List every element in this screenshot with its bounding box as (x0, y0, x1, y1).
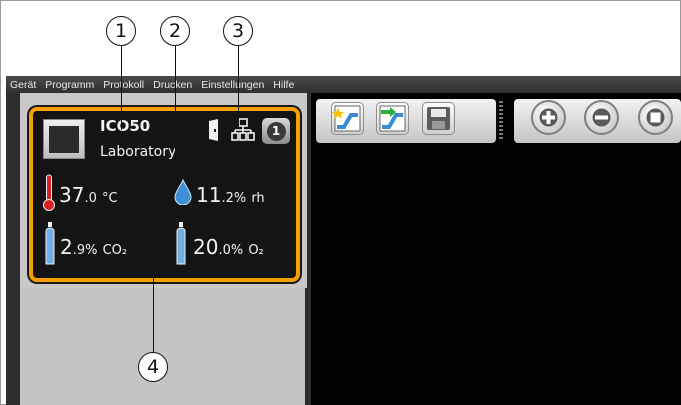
co2-reading: 2.9% CO₂ (60, 235, 127, 259)
save-button[interactable] (422, 102, 455, 135)
humidity-decimal: .2% (221, 191, 247, 206)
o2-bottle-icon (176, 222, 186, 265)
humidity-drop-icon (174, 179, 192, 205)
menu-item-geraet[interactable]: Gerät (10, 79, 36, 91)
callout-3-leader (238, 46, 239, 128)
o2-decimal: .0% (218, 243, 244, 258)
temperature-unit: °C (101, 191, 118, 206)
temperature-decimal: .0 (84, 191, 97, 206)
callout-1-leader (121, 46, 122, 130)
humidity-reading: 11.2% rh (196, 183, 265, 207)
new-program-button[interactable] (331, 102, 364, 135)
status-badge: 1 (262, 118, 290, 144)
network-icon (231, 118, 255, 141)
menu-item-einstellungen[interactable]: Einstellungen (201, 79, 264, 91)
device-list-empty-area (20, 288, 305, 405)
o2-reading: 20.0% O₂ (193, 235, 264, 259)
toolbar-grip[interactable] (499, 101, 503, 139)
o2-value: 20 (193, 235, 219, 259)
temperature-reading: 37.0 °C (59, 183, 118, 207)
co2-value: 2 (60, 235, 73, 259)
stop-icon (646, 108, 665, 127)
door-icon (209, 119, 218, 141)
menu-item-drucken[interactable]: Drucken (153, 79, 192, 91)
device-location: Laboratory (100, 144, 177, 160)
menu-item-hilfe[interactable]: Hilfe (273, 79, 294, 91)
temperature-value: 37 (59, 183, 85, 207)
callout-3: 3 (223, 16, 253, 46)
incubator-card[interactable]: ICO50 Laboratory 1 37.0 °C 11.2% rh 2.9%… (29, 107, 300, 282)
co2-unit: CO₂ (102, 243, 128, 258)
toolbar (314, 95, 681, 145)
device-name: ICO50 (100, 117, 151, 135)
new-program-icon (332, 105, 361, 132)
zoom-out-icon (592, 108, 611, 127)
callout-2-leader (175, 46, 176, 158)
device-image-icon (43, 119, 85, 159)
zoom-in-button[interactable] (531, 100, 566, 135)
save-icon (427, 107, 450, 130)
menu-item-programm[interactable]: Programm (45, 79, 94, 91)
callout-2: 2 (160, 16, 190, 46)
co2-bottle-icon (45, 222, 55, 265)
humidity-unit: rh (251, 191, 265, 206)
callout-4-leader (153, 264, 154, 352)
o2-unit: O₂ (248, 243, 264, 258)
callout-1: 1 (106, 16, 136, 46)
status-badge-count: 1 (266, 121, 286, 141)
thermometer-icon (43, 174, 55, 211)
co2-decimal: .9% (72, 243, 98, 258)
menu-bar: Gerät Programm Protokoll Drucken Einstel… (6, 76, 681, 93)
zoom-in-icon (539, 108, 558, 127)
menu-item-protokoll[interactable]: Protokoll (103, 79, 144, 91)
callout-4: 4 (138, 352, 168, 382)
open-program-icon (379, 105, 406, 132)
stop-button[interactable] (638, 100, 673, 135)
zoom-out-button[interactable] (584, 100, 619, 135)
humidity-value: 11 (196, 183, 222, 207)
open-program-button[interactable] (376, 102, 409, 135)
